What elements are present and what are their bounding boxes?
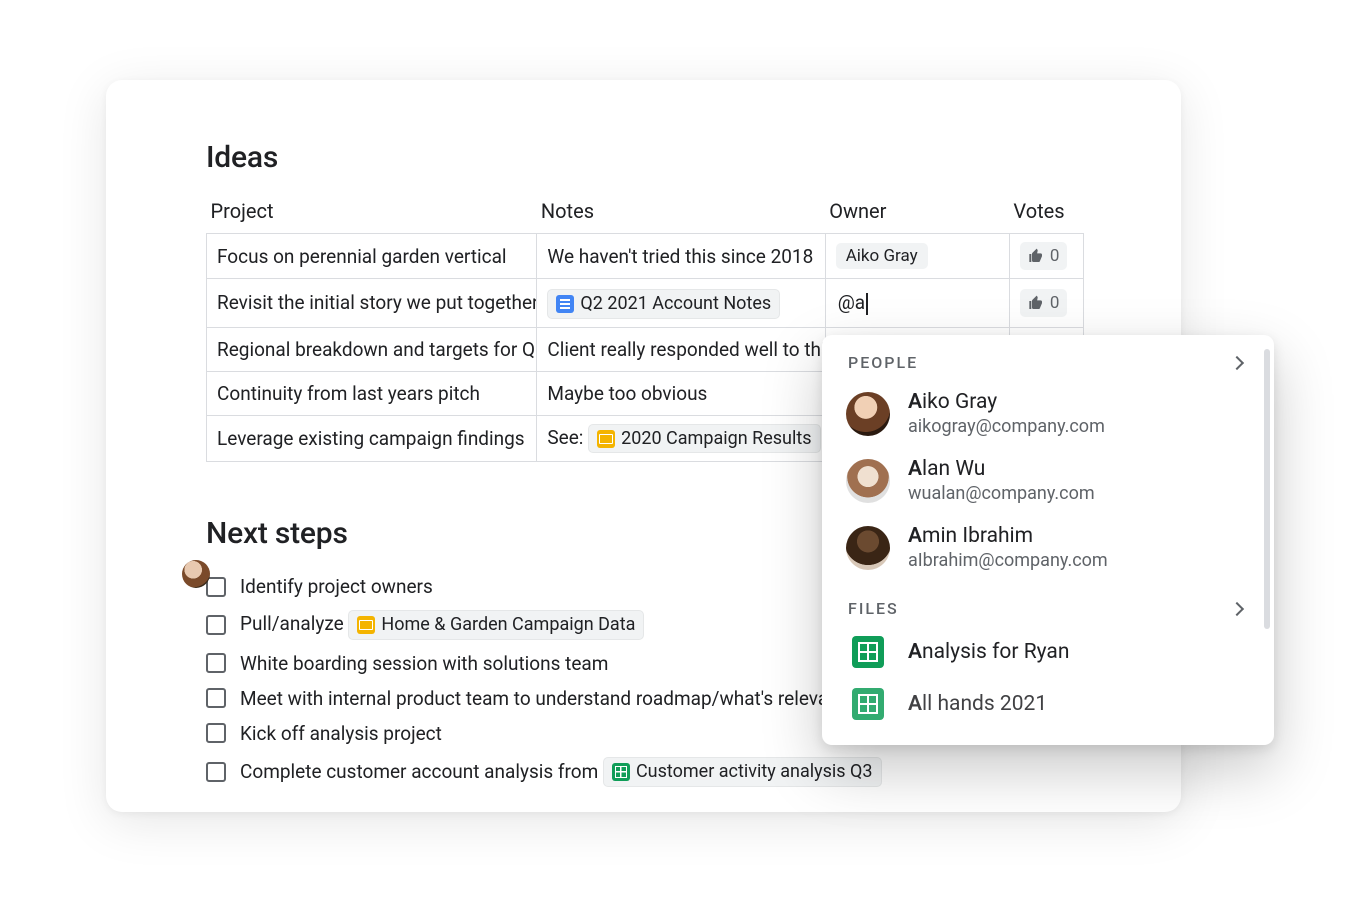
col-notes: Notes — [537, 193, 825, 234]
item-text: White boarding session with solutions te… — [240, 652, 608, 675]
list-item[interactable]: Complete customer account analysis from … — [206, 751, 1085, 793]
checkbox[interactable] — [206, 577, 226, 597]
vote-button[interactable]: 0 — [1020, 242, 1068, 270]
table-row[interactable]: Focus on perennial garden vertical We ha… — [207, 234, 1084, 279]
avatar — [846, 392, 890, 436]
dropdown-section-people[interactable]: PEOPLE — [822, 335, 1274, 380]
scrollbar[interactable] — [1264, 349, 1270, 629]
cell-owner[interactable]: @a — [825, 279, 1009, 328]
cell-notes[interactable]: Maybe too obvious — [537, 371, 825, 415]
section-label: FILES — [848, 599, 899, 618]
thumbs-up-icon — [1028, 295, 1044, 311]
sheets-chip[interactable]: Customer activity analysis Q3 — [603, 757, 882, 787]
item-text: Complete customer account analysis from — [240, 760, 603, 783]
cell-notes[interactable]: Client really responded well to this — [537, 327, 825, 371]
cell-notes[interactable]: See: 2020 Campaign Results — [537, 415, 825, 462]
docs-icon — [556, 295, 574, 313]
cell-project[interactable]: Continuity from last years pitch — [207, 371, 537, 415]
vote-count: 0 — [1050, 293, 1060, 313]
mention-input[interactable]: @a — [836, 291, 870, 314]
section-label: PEOPLE — [848, 353, 918, 372]
dropdown-section-files[interactable]: FILES — [822, 581, 1274, 626]
doc-chip[interactable]: Q2 2021 Account Notes — [547, 289, 780, 319]
thumbs-up-icon — [1028, 248, 1044, 264]
cell-project[interactable]: Regional breakdown and targets for Q1 — [207, 327, 537, 371]
item-text: Identify project owners — [240, 575, 433, 598]
cell-project[interactable]: Revisit the initial story we put togethe… — [207, 279, 537, 328]
cell-project[interactable]: Leverage existing campaign findings — [207, 415, 537, 462]
person-name: Aiko Gray — [908, 390, 1105, 414]
cell-owner[interactable]: Aiko Gray — [825, 234, 1009, 279]
sheets-icon — [612, 763, 630, 781]
chip-label: Home & Garden Campaign Data — [381, 614, 635, 636]
person-row[interactable]: Aiko Gray aikogray@company.com — [822, 380, 1274, 447]
checkbox[interactable] — [206, 723, 226, 743]
person-email: wualan@company.com — [908, 483, 1095, 504]
item-text: Kick off analysis project — [240, 722, 442, 745]
vote-count: 0 — [1050, 246, 1060, 266]
col-owner: Owner — [825, 193, 1009, 234]
person-email: aikogray@company.com — [908, 416, 1105, 437]
sheets-icon — [852, 636, 884, 668]
cell-notes[interactable]: We haven't tried this since 2018 — [537, 234, 825, 279]
slides-chip[interactable]: 2020 Campaign Results — [588, 424, 820, 454]
sheets-icon — [852, 688, 884, 720]
item-text: Meet with internal product team to under… — [240, 687, 866, 710]
person-name: Amin Ibrahim — [908, 524, 1108, 548]
cell-notes[interactable]: Q2 2021 Account Notes — [537, 279, 825, 328]
text-cursor — [866, 293, 868, 315]
person-email: aIbrahim@company.com — [908, 550, 1108, 571]
owner-chip[interactable]: Aiko Gray — [836, 243, 928, 269]
cell-votes[interactable]: 0 — [1009, 279, 1083, 328]
avatar — [846, 459, 890, 503]
ideas-heading: Ideas — [206, 140, 1085, 175]
chip-label: Customer activity analysis Q3 — [636, 761, 873, 783]
col-votes: Votes — [1009, 193, 1083, 234]
cell-votes[interactable]: 0 — [1009, 234, 1083, 279]
checkbox[interactable] — [206, 688, 226, 708]
checkbox[interactable] — [206, 615, 226, 635]
file-row[interactable]: Analysis for Ryan — [822, 626, 1274, 678]
person-row[interactable]: Amin Ibrahim aIbrahim@company.com — [822, 514, 1274, 581]
note-prefix: See: — [547, 426, 588, 449]
col-project: Project — [207, 193, 537, 234]
chip-label: Q2 2021 Account Notes — [580, 293, 771, 315]
table-row[interactable]: Revisit the initial story we put togethe… — [207, 279, 1084, 328]
file-row[interactable]: All hands 2021 — [822, 678, 1274, 730]
cell-project[interactable]: Focus on perennial garden vertical — [207, 234, 537, 279]
vote-button[interactable]: 0 — [1020, 289, 1068, 317]
chevron-right-icon — [1230, 601, 1244, 615]
person-row[interactable]: Alan Wu wualan@company.com — [822, 447, 1274, 514]
chip-label: 2020 Campaign Results — [621, 428, 811, 450]
slides-icon — [597, 430, 615, 448]
slides-chip[interactable]: Home & Garden Campaign Data — [348, 610, 644, 640]
checkbox[interactable] — [206, 762, 226, 782]
checkbox[interactable] — [206, 653, 226, 673]
file-name: Analysis for Ryan — [908, 640, 1069, 664]
mention-dropdown[interactable]: PEOPLE Aiko Gray aikogray@company.com Al… — [822, 335, 1274, 745]
avatar — [846, 526, 890, 570]
slides-icon — [357, 616, 375, 634]
person-name: Alan Wu — [908, 457, 1095, 481]
file-name: All hands 2021 — [908, 692, 1047, 716]
chevron-right-icon — [1230, 355, 1244, 369]
item-text: Pull/analyze — [240, 612, 348, 635]
